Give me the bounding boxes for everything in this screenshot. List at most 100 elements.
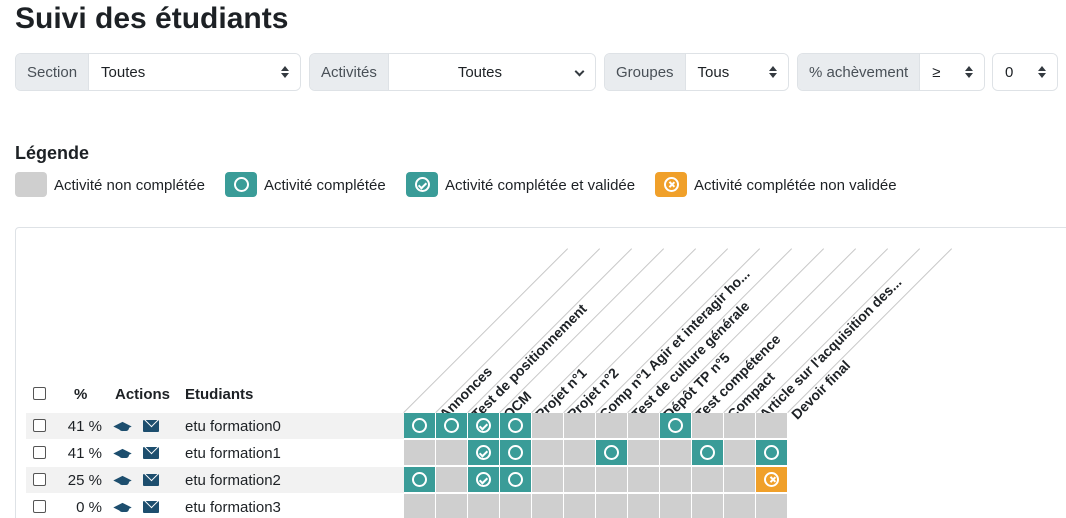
percent-header: % [74,386,88,403]
completion-cell[interactable] [436,494,468,518]
completion-cell[interactable] [692,413,724,439]
updown-icon [965,66,973,78]
completion-cell[interactable] [500,467,532,493]
completion-cell[interactable] [756,440,788,466]
circle-icon [412,472,427,487]
circle-icon [444,418,459,433]
achevement-operator-value: ≥ [932,63,941,81]
completion-cell[interactable] [756,494,788,518]
page-title: Suivi des étudiants [15,2,289,35]
graduation-cap-icon[interactable] [115,446,134,460]
completion-percent: 41 % [67,445,102,462]
completion-cell[interactable] [532,440,564,466]
graduation-cap-icon[interactable] [115,473,134,487]
completion-cell[interactable] [628,494,660,518]
check-circle-icon [414,177,430,192]
completion-cell[interactable] [436,467,468,493]
completion-cell[interactable] [660,467,692,493]
completion-cell[interactable] [628,413,660,439]
completion-cell[interactable] [532,413,564,439]
legend-swatch-not-completed [15,172,47,197]
completion-cell[interactable] [724,413,756,439]
completion-cell[interactable] [724,467,756,493]
completion-cell[interactable] [724,494,756,518]
achevement-value: 0 [1005,63,1014,81]
x-circle-icon [764,472,779,487]
achevement-value-select[interactable]: 0 [993,54,1057,90]
groupes-select[interactable]: Tous [685,54,788,90]
completion-cell[interactable] [692,467,724,493]
completion-cell[interactable] [436,440,468,466]
updown-icon [1038,66,1046,78]
completion-cell[interactable] [404,440,436,466]
envelope-icon[interactable] [143,474,159,486]
section-filter: Section Toutes [15,53,301,91]
chevron-down-icon [574,66,585,77]
student-name[interactable]: etu formation2 [185,472,281,489]
section-select-value: Toutes [101,63,146,81]
student-name[interactable]: etu formation0 [185,418,281,435]
completion-cell[interactable] [596,413,628,439]
circle-icon [233,177,249,192]
completion-cell[interactable] [468,413,500,439]
activites-filter: Activités Toutes [309,53,596,91]
completion-cell[interactable] [564,494,596,518]
legend-swatch-not-validated [655,172,687,197]
updown-icon [769,66,777,78]
completion-cell[interactable] [692,494,724,518]
check-circle-icon [476,445,491,460]
student-name[interactable]: etu formation3 [185,499,281,516]
completion-cell[interactable] [500,413,532,439]
completion-cell[interactable] [500,440,532,466]
section-filter-label: Section [16,54,90,90]
completion-cell[interactable] [628,440,660,466]
student-name[interactable]: etu formation1 [185,445,281,462]
section-select[interactable]: Toutes [89,54,300,90]
completion-cell[interactable] [436,413,468,439]
circle-icon [412,418,427,433]
completion-cell[interactable] [404,413,436,439]
completion-cell[interactable] [660,413,692,439]
completion-cell[interactable] [596,440,628,466]
completion-cell[interactable] [596,467,628,493]
completion-cell[interactable] [756,413,788,439]
circle-icon [668,418,683,433]
completion-cell[interactable] [564,413,596,439]
completion-cell[interactable] [564,467,596,493]
envelope-icon[interactable] [143,501,159,513]
completion-cell[interactable] [692,440,724,466]
select-all-checkbox[interactable] [33,387,46,400]
completion-percent: 0 % [76,499,102,516]
completion-cell[interactable] [596,494,628,518]
completion-cell[interactable] [724,440,756,466]
completion-cell[interactable] [468,494,500,518]
achevement-operator-select[interactable]: ≥ [920,54,984,90]
completion-cell[interactable] [756,467,788,493]
graduation-cap-icon[interactable] [115,500,134,514]
completion-cell[interactable] [532,494,564,518]
envelope-icon[interactable] [143,420,159,432]
achevement-value-filter: 0 [992,53,1058,91]
completion-cell[interactable] [564,440,596,466]
completion-cell[interactable] [532,467,564,493]
groupes-select-value: Tous [697,63,730,81]
legend-title: Légende [15,143,90,163]
x-circle-icon [663,177,679,192]
graduation-cap-icon[interactable] [115,419,134,433]
completion-cell[interactable] [404,494,436,518]
completion-cell[interactable] [660,440,692,466]
circle-icon [508,445,523,460]
completion-cell[interactable] [500,494,532,518]
completion-cell[interactable] [404,467,436,493]
activites-select[interactable]: Toutes [388,54,595,90]
completion-cell[interactable] [628,467,660,493]
completion-cell[interactable] [468,467,500,493]
completion-percent: 25 % [67,472,102,489]
check-circle-icon [476,472,491,487]
activites-select-value: Toutes [457,63,503,81]
completion-cell[interactable] [660,494,692,518]
groupes-filter-label: Groupes [605,54,686,90]
envelope-icon[interactable] [143,447,159,459]
circle-icon [700,445,715,460]
completion-cell[interactable] [468,440,500,466]
